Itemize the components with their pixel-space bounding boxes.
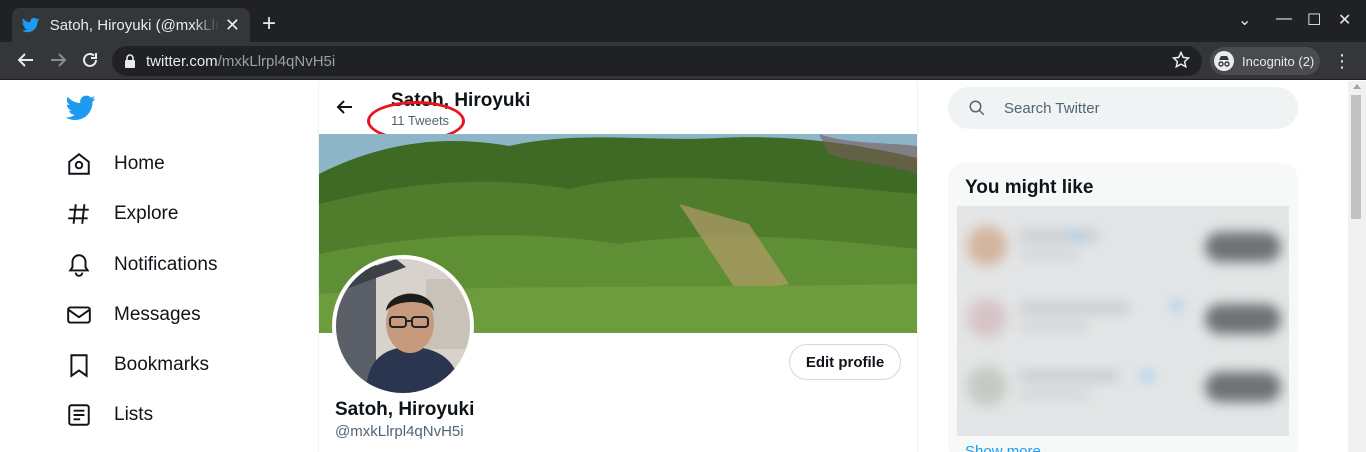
avatar-image — [336, 259, 470, 393]
browser-toolbar: twitter.com /mxkLlrpl4qNvH5i Incognito (… — [0, 42, 1366, 80]
profile-name: Satoh, Hiroyuki — [335, 399, 475, 420]
profile-handle: @mxkLlrpl4qNvH5i — [335, 423, 464, 440]
twitter-logo-icon[interactable] — [66, 95, 96, 121]
search-input[interactable] — [1004, 99, 1284, 117]
page-scrollbar[interactable] — [1348, 81, 1366, 452]
reload-icon[interactable] — [80, 50, 100, 70]
scroll-up-icon[interactable] — [1353, 84, 1361, 89]
url-host: twitter.com — [146, 52, 218, 70]
maximize-icon[interactable]: ☐ — [1307, 10, 1321, 30]
sidebar-item-label: Messages — [114, 304, 201, 325]
sidebar-item-label: Bookmarks — [114, 354, 210, 375]
browser-tabstrip: Satoh, Hiroyuki (@mxkLlrpl4qNvH5i) / Twi… — [0, 0, 1366, 42]
sidebar-item-label: Notifications — [114, 254, 218, 275]
scrollbar-thumb[interactable] — [1351, 95, 1361, 219]
new-tab-icon[interactable]: + — [262, 12, 276, 36]
search-box[interactable] — [948, 87, 1298, 129]
hashtag-icon — [66, 201, 92, 227]
envelope-icon — [66, 302, 92, 328]
tab-title: Satoh, Hiroyuki (@mxkLlrpl4qNvH5i) / Twi… — [49, 16, 219, 34]
tab-search-icon[interactable]: ⌄ — [1238, 10, 1251, 30]
who-to-follow-panel: You might like Show more — [948, 163, 1298, 452]
twitter-page: Home Explore Notifications Messages Book… — [0, 81, 1366, 452]
minimize-icon[interactable]: — — [1276, 10, 1292, 28]
browser-tab[interactable]: Satoh, Hiroyuki (@mxkLlrpl4qNvH5i) / Twi… — [12, 8, 250, 42]
back-arrow-icon[interactable] — [335, 97, 355, 117]
browser-menu-icon[interactable]: ⋮ — [1333, 52, 1351, 70]
profile-column: Satoh, Hiroyuki 11 Tweets Edit profile S… — [318, 81, 918, 452]
incognito-label: Incognito (2) — [1242, 53, 1315, 69]
sidebar-item-label: Home — [114, 153, 165, 174]
blurred-suggestions — [957, 206, 1289, 436]
bookmark-icon — [66, 352, 92, 378]
sidebar-item-lists[interactable]: Lists — [66, 397, 153, 433]
incognito-button[interactable]: Incognito (2) — [1210, 47, 1320, 75]
blurred-suggestions-image — [957, 206, 1289, 436]
profile-avatar[interactable] — [332, 255, 474, 397]
sidebar-item-messages[interactable]: Messages — [66, 297, 201, 333]
suggest-title: You might like — [965, 177, 1094, 198]
url-path: /mxkLlrpl4qNvH5i — [217, 52, 336, 70]
forward-arrow-icon[interactable] — [48, 50, 68, 70]
sidebar-item-notifications[interactable]: Notifications — [66, 247, 218, 283]
sidebar-item-label: Explore — [114, 203, 179, 224]
home-icon — [66, 151, 92, 177]
bell-icon — [66, 252, 92, 278]
show-more-link[interactable]: Show more — [965, 443, 1041, 452]
twitter-bird-icon — [22, 17, 40, 33]
bookmark-star-icon[interactable] — [1172, 51, 1190, 69]
sidebar-item-explore[interactable]: Explore — [66, 196, 178, 232]
edit-profile-button[interactable]: Edit profile — [789, 344, 901, 380]
sidebar-item-label: Lists — [114, 404, 154, 425]
back-arrow-icon[interactable] — [16, 50, 36, 70]
close-window-icon[interactable]: ✕ — [1338, 10, 1351, 30]
incognito-icon — [1214, 51, 1234, 71]
sidebar-item-home[interactable]: Home — [66, 146, 165, 182]
address-bar[interactable]: twitter.com /mxkLlrpl4qNvH5i — [112, 46, 1202, 76]
lock-icon — [125, 54, 135, 68]
sidebar-item-bookmarks[interactable]: Bookmarks — [66, 347, 209, 383]
list-icon — [66, 402, 92, 428]
search-icon — [969, 100, 985, 116]
tab-close-icon[interactable]: ✕ — [225, 16, 240, 34]
